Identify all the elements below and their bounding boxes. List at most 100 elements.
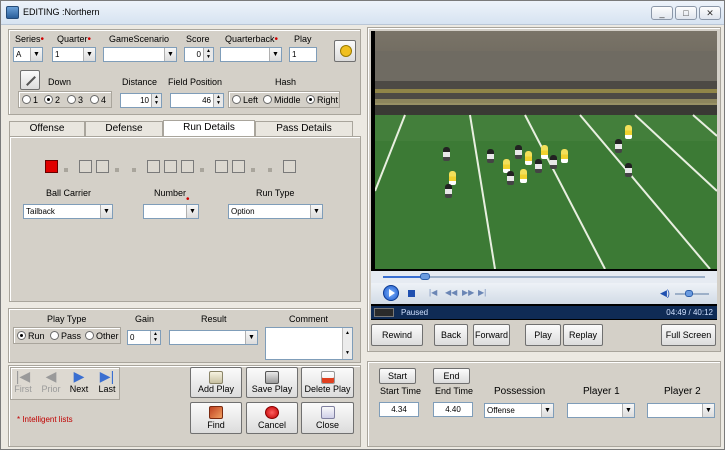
player1-select[interactable]: ▼ [567, 403, 635, 418]
stop-icon[interactable] [408, 290, 415, 297]
gap-box[interactable] [164, 160, 177, 173]
run-type-select[interactable]: Option ▼ [228, 204, 323, 219]
quarterback-select[interactable]: ▼ [220, 47, 282, 62]
tab-defense[interactable]: Defense [85, 121, 163, 136]
number-select[interactable]: ▼ [143, 204, 199, 219]
add-play-button[interactable]: Add Play [190, 367, 242, 398]
volume-thumb[interactable] [684, 290, 693, 297]
tab-offense[interactable]: Offense [9, 121, 85, 136]
close-window-button[interactable]: ✕ [699, 6, 721, 20]
player2-label: Player 2 [664, 386, 701, 397]
hash-left-radio[interactable]: Left [232, 95, 258, 105]
comment-textarea[interactable] [265, 327, 353, 360]
gap-box[interactable] [181, 160, 194, 173]
hash-middle-radio[interactable]: Middle [263, 95, 301, 105]
gap-box[interactable] [283, 160, 296, 173]
close-button[interactable]: Close [301, 402, 354, 434]
gap-box[interactable] [215, 160, 228, 173]
hash-label: Hash [275, 77, 297, 87]
minimize-button[interactable]: _ [651, 6, 673, 20]
replay-button[interactable]: Replay [563, 324, 603, 346]
down-label: Down [48, 77, 72, 87]
fieldpos-spinner[interactable]: 46 ▲ ▼ [170, 93, 224, 108]
gap-box[interactable] [79, 160, 92, 173]
play-type-run-radio[interactable]: Run [17, 331, 45, 341]
gap-separator [268, 168, 272, 172]
wand-button[interactable] [20, 70, 40, 90]
play-number-field[interactable]: 1 [289, 47, 317, 62]
gap-separator [115, 168, 119, 172]
last-button[interactable]: ▶| Last [95, 368, 119, 400]
down-2-radio[interactable]: 2 [44, 95, 60, 105]
play-type-other-radio[interactable]: Other [85, 331, 119, 341]
gap-separator [200, 168, 204, 172]
gap-box[interactable] [232, 160, 245, 173]
comment-scrollbar[interactable]: ▲ ▼ [342, 328, 352, 359]
next-button[interactable]: ▶ Next [67, 368, 91, 400]
score-spinner[interactable]: 0 ▲ ▼ [184, 47, 214, 62]
scenario-select[interactable]: ▼ [103, 47, 177, 62]
result-select[interactable]: ▼ [169, 330, 258, 345]
rewind-icon[interactable]: ◀◀ [445, 288, 457, 297]
gap-separator [251, 168, 255, 172]
previous-icon[interactable]: |◀ [429, 288, 437, 297]
player2-select[interactable]: ▼ [647, 403, 715, 418]
first-button[interactable]: |◀ First [11, 368, 35, 400]
cancel-icon [265, 406, 279, 419]
down-3-radio[interactable]: 3 [67, 95, 83, 105]
start-button[interactable]: Start [379, 368, 416, 384]
transport-bar: |◀ ◀◀ ▶▶ ▶| ◀) [371, 283, 717, 304]
down-1-radio[interactable]: 1 [22, 95, 38, 105]
tab-run-details[interactable]: Run Details [163, 120, 255, 136]
player1-label: Player 1 [583, 386, 620, 397]
end-button[interactable]: End [433, 368, 470, 384]
quarter-label: Quarter• [57, 34, 92, 45]
next-icon: ▶ [73, 368, 85, 384]
tab-pass-details[interactable]: Pass Details [255, 121, 353, 136]
end-time-field[interactable]: 4.40 [433, 402, 473, 417]
seek-thumb[interactable] [419, 273, 430, 280]
prior-button[interactable]: ◀ Prior [39, 368, 63, 400]
seek-bar[interactable] [371, 271, 717, 283]
possession-select[interactable]: Offense ▼ [484, 403, 554, 418]
gap-box[interactable] [147, 160, 160, 173]
prior-icon: ◀ [45, 368, 57, 384]
play-button[interactable]: Play [525, 324, 561, 346]
fast-forward-icon[interactable]: ▶▶ [462, 288, 474, 297]
quarter-select[interactable]: 1 ▼ [52, 47, 96, 62]
play-type-label: Play Type [47, 314, 87, 324]
forward-button[interactable]: Forward [473, 324, 510, 346]
gap-box[interactable] [45, 160, 58, 173]
ball-carrier-select[interactable]: Tailback ▼ [23, 204, 113, 219]
gap-separator [64, 168, 68, 172]
down-4-radio[interactable]: 4 [90, 95, 106, 105]
play-triangle [389, 289, 395, 297]
comment-label: Comment [289, 314, 329, 324]
player-time: 04:49 / 40:12 [666, 308, 713, 317]
key-button[interactable] [334, 40, 356, 62]
back-button[interactable]: Back [434, 324, 468, 346]
find-icon [209, 406, 223, 419]
play-type-pass-radio[interactable]: Pass [50, 331, 81, 341]
cancel-button[interactable]: Cancel [246, 402, 298, 434]
distance-spinner[interactable]: 10 ▲ ▼ [120, 93, 162, 108]
gap-box[interactable] [96, 160, 109, 173]
next-track-icon[interactable]: ▶| [478, 288, 486, 297]
save-play-button[interactable]: Save Play [246, 367, 298, 398]
start-time-field[interactable]: 4.34 [379, 402, 419, 417]
volume-icon[interactable]: ◀) [660, 288, 670, 299]
delete-play-button[interactable]: Delete Play [301, 367, 354, 398]
quarterback-label: Quarterback• [225, 34, 279, 45]
rewind-button[interactable]: Rewind [371, 324, 423, 346]
hash-right-radio[interactable]: Right [306, 95, 338, 105]
run-type-label: Run Type [256, 188, 295, 198]
video-player[interactable]: |◀ ◀◀ ▶▶ ▶| ◀) Paused 04:49 / 40:12 [371, 31, 717, 320]
find-button[interactable]: Find [190, 402, 242, 434]
series-select[interactable]: A ▼ [13, 47, 43, 62]
fieldpos-label: Field Position [168, 77, 223, 87]
maximize-button[interactable]: □ [675, 6, 697, 20]
play-label: Play [294, 34, 312, 44]
full-screen-button[interactable]: Full Screen [661, 324, 716, 346]
app-window: EDITING :Northern _ □ ✕ Series• A ▼ Quart… [0, 0, 725, 450]
gain-spinner[interactable]: 0 ▲ ▼ [127, 330, 161, 345]
